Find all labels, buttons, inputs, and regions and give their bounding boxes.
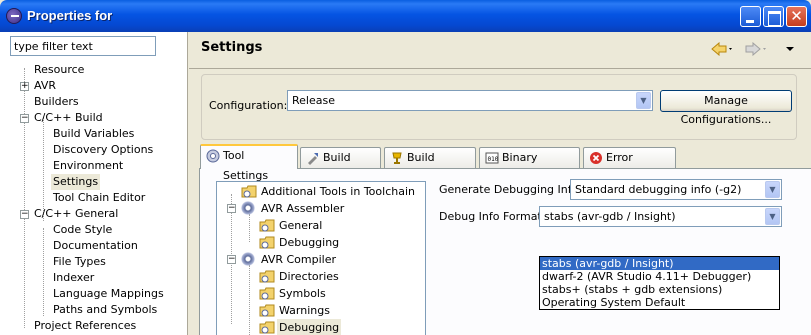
generate-debugging-info-select[interactable]: Standard debugging info (-g2) ▼ bbox=[570, 179, 782, 200]
build-steps-icon bbox=[308, 153, 318, 165]
tree-item-resource[interactable]: Resource bbox=[34, 62, 84, 78]
tree-line bbox=[24, 68, 25, 328]
tree-item-discovery-options[interactable]: Discovery Options bbox=[53, 142, 153, 158]
close-button[interactable]: ✕ bbox=[786, 6, 807, 27]
page-title: Settings bbox=[201, 40, 263, 55]
tool-tree-item-assembler-debugging[interactable]: Debugging bbox=[279, 234, 339, 251]
tree-item-language-mappings[interactable]: Language Mappings bbox=[53, 286, 164, 302]
maximize-button[interactable] bbox=[763, 6, 784, 27]
collapse-icon[interactable]: − bbox=[20, 210, 29, 219]
debug-info-format-dropdown: stabs (avr-gdb / Insight) dwarf-2 (AVR S… bbox=[539, 256, 780, 310]
tree-line bbox=[249, 214, 250, 242]
tree-line bbox=[43, 228, 44, 316]
tree-item-tool-chain-editor[interactable]: Tool Chain Editor bbox=[53, 190, 145, 206]
manage-configurations-button[interactable]: Manage Configurations... bbox=[660, 90, 792, 126]
folder-gear-icon bbox=[259, 236, 275, 249]
tab-binary-parsers[interactable]: 010 Binary Parsers bbox=[479, 147, 580, 184]
collapse-icon[interactable]: − bbox=[227, 204, 236, 213]
svg-text:010: 010 bbox=[488, 156, 499, 163]
view-menu-button[interactable] bbox=[785, 42, 795, 59]
tool-tree: Additional Tools in Toolchain − AVR Asse… bbox=[216, 181, 426, 335]
folder-gear-icon bbox=[259, 287, 275, 300]
configuration-group: Configuration: Release ▼ Manage Configur… bbox=[201, 74, 797, 140]
tool-tree-item-general[interactable]: General bbox=[279, 217, 322, 234]
chevron-down-icon: ▼ bbox=[765, 208, 780, 225]
tree-item-cc-general[interactable]: C/C++ General bbox=[34, 206, 118, 222]
gear-icon bbox=[241, 252, 255, 266]
tree-item-documentation[interactable]: Documentation bbox=[53, 238, 138, 254]
dropdown-option-stabs-plus[interactable]: stabs+ (stabs + gdb extensions) bbox=[540, 283, 779, 296]
generate-debugging-info-value: Standard debugging info (-g2) bbox=[575, 183, 742, 196]
build-artifact-icon bbox=[392, 152, 402, 164]
tool-tree-item-additional-tools[interactable]: Additional Tools in Toolchain bbox=[261, 183, 415, 200]
back-arrow-icon bbox=[711, 41, 732, 57]
tree-item-file-types[interactable]: File Types bbox=[53, 254, 106, 270]
folder-gear-icon bbox=[259, 321, 275, 334]
tool-tree-item-symbols[interactable]: Symbols bbox=[279, 285, 326, 302]
chevron-down-icon: ▼ bbox=[636, 92, 651, 109]
debug-info-format-value: stabs (avr-gdb / Insight) bbox=[544, 210, 676, 223]
tab-error-parsers[interactable]: Error Parsers bbox=[583, 147, 676, 184]
dropdown-option-dwarf2[interactable]: dwarf-2 (AVR Studio 4.11+ Debugger) bbox=[540, 270, 779, 283]
eclipse-icon bbox=[6, 8, 22, 24]
chevron-down-icon: ▼ bbox=[765, 181, 780, 198]
debug-info-format-label: Debug Info Format bbox=[439, 210, 542, 223]
back-button[interactable] bbox=[711, 41, 733, 59]
dropdown-option-stabs[interactable]: stabs (avr-gdb / Insight) bbox=[540, 257, 779, 270]
folder-gear-icon bbox=[259, 270, 275, 283]
folder-gear-icon bbox=[259, 219, 275, 232]
tab-build-steps[interactable]: Build Steps bbox=[300, 147, 381, 184]
menu-chevron-icon bbox=[786, 47, 794, 51]
collapse-icon[interactable]: − bbox=[20, 114, 29, 123]
tool-tree-item-directories[interactable]: Directories bbox=[279, 268, 339, 285]
window-title: Properties for bbox=[27, 8, 113, 23]
binary-parsers-icon: 010 bbox=[485, 152, 499, 164]
tool-tree-item-compiler-debugging[interactable]: Debugging bbox=[277, 319, 342, 335]
folder-gear-icon bbox=[259, 304, 275, 317]
folder-gear-icon bbox=[241, 185, 257, 198]
tree-item-builders[interactable]: Builders bbox=[34, 94, 79, 110]
close-icon: ✕ bbox=[790, 7, 803, 25]
left-pane: Resource + AVR Builders − C/C++ Build Bu… bbox=[0, 32, 188, 335]
configuration-value: Release bbox=[292, 94, 335, 107]
debug-info-format-select[interactable]: stabs (avr-gdb / Insight) ▼ bbox=[539, 206, 782, 227]
tab-label: Tool Settings bbox=[223, 149, 269, 182]
generate-debugging-info-label: Generate Debugging Info bbox=[439, 183, 579, 196]
error-parsers-icon bbox=[590, 152, 602, 164]
tree-item-paths-and-symbols[interactable]: Paths and Symbols bbox=[53, 302, 157, 318]
tree-item-cc-build[interactable]: C/C++ Build bbox=[34, 110, 103, 126]
tree-item-project-references[interactable]: Project References bbox=[34, 318, 136, 334]
minimize-button[interactable] bbox=[740, 6, 761, 27]
tree-item-environment[interactable]: Environment bbox=[53, 158, 123, 174]
tab-build-artifact[interactable]: Build Artifact bbox=[384, 147, 476, 184]
collapse-icon[interactable]: − bbox=[227, 255, 236, 264]
tool-tree-item-avr-compiler[interactable]: AVR Compiler bbox=[261, 251, 336, 268]
forward-arrow-icon bbox=[745, 41, 766, 57]
tab-tool-settings[interactable]: Tool Settings bbox=[200, 144, 298, 182]
expand-icon[interactable]: + bbox=[20, 82, 29, 91]
tree-item-build-variables[interactable]: Build Variables bbox=[53, 126, 134, 142]
tree-item-indexer[interactable]: Indexer bbox=[53, 270, 94, 286]
tool-settings-icon bbox=[206, 149, 220, 163]
dropdown-option-os-default[interactable]: Operating System Default bbox=[540, 296, 779, 309]
forward-button[interactable] bbox=[745, 41, 767, 59]
tool-tree-item-avr-assembler[interactable]: AVR Assembler bbox=[261, 200, 344, 217]
configuration-label: Configuration: bbox=[209, 99, 288, 112]
tree-line bbox=[249, 265, 250, 335]
filter-input[interactable] bbox=[10, 36, 156, 56]
title-bar: Properties for ✕ bbox=[0, 0, 811, 32]
tree-item-settings[interactable]: Settings bbox=[51, 174, 101, 190]
tree-item-code-style[interactable]: Code Style bbox=[53, 222, 112, 238]
gear-icon bbox=[241, 201, 255, 215]
configuration-select[interactable]: Release ▼ bbox=[287, 90, 653, 111]
tool-tree-item-warnings[interactable]: Warnings bbox=[279, 302, 330, 319]
tree-item-avr[interactable]: AVR bbox=[34, 78, 56, 94]
settings-page: Settings Configuration: Release ▼ Manage… bbox=[189, 32, 811, 335]
divider bbox=[189, 68, 811, 69]
